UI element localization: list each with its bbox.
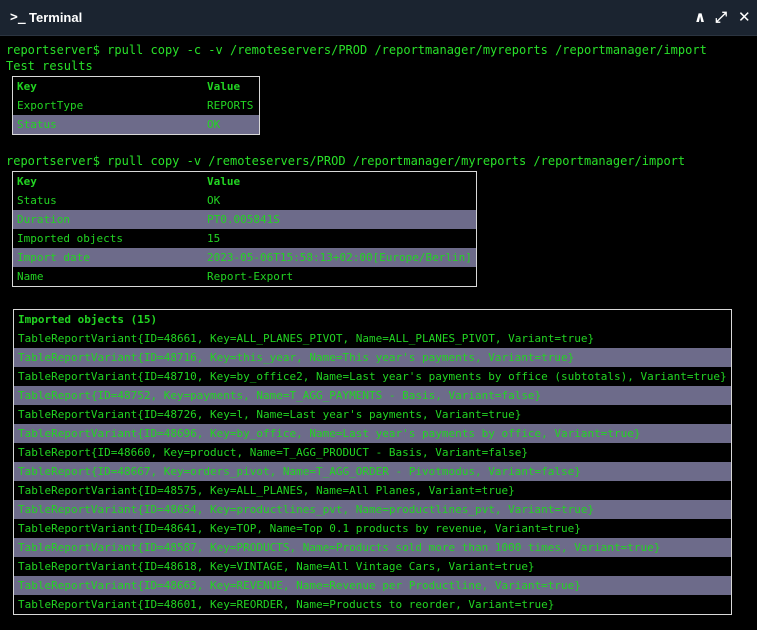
table-row: TableReportVariant{ID=48661, Key=ALL_PLA… bbox=[14, 329, 731, 348]
imported-object-item: TableReportVariant{ID=48654, Key=product… bbox=[14, 500, 731, 519]
table-row: TableReportVariant{ID=48641, Key=TOP, Na… bbox=[14, 519, 731, 538]
imported-object-item: TableReportVariant{ID=48587, Key=PRODUCT… bbox=[14, 538, 731, 557]
imported-object-item: TableReportVariant{ID=48696, Key=by_offi… bbox=[14, 424, 731, 443]
table-row: ExportType REPORTS bbox=[13, 96, 259, 115]
terminal-output: reportserver$ rpull copy -c -v /remotese… bbox=[6, 42, 757, 615]
table-row: TableReportVariant{ID=48716, Key=this_ye… bbox=[14, 348, 731, 367]
table-row: TableReportVariant{ID=48575, Key=ALL_PLA… bbox=[14, 481, 731, 500]
imported-object-item: TableReport{ID=48660, Key=product, Name=… bbox=[18, 446, 528, 459]
cell-key: Name bbox=[17, 270, 44, 283]
imported-object-item: TableReport{ID=48752, Key=payments, Name… bbox=[14, 386, 731, 405]
imported-object-item: TableReportVariant{ID=48716, Key=this_ye… bbox=[14, 348, 731, 367]
cell-value: REPORTS bbox=[207, 99, 254, 112]
command-line-1: reportserver$ rpull copy -c -v /remotese… bbox=[6, 43, 707, 57]
table-header-row: Imported objects (15) bbox=[14, 310, 731, 329]
table-row: TableReportVariant{ID=48696, Key=by_offi… bbox=[14, 424, 731, 443]
cell-value: OK bbox=[203, 115, 259, 134]
table-row: TableReportVariant{ID=48663, Key=REVENUE… bbox=[14, 576, 731, 595]
table-row: TableReportVariant{ID=48618, Key=VINTAGE… bbox=[14, 557, 731, 576]
expand-icon[interactable]: ⤢ bbox=[715, 8, 727, 26]
imported-object-item: TableReportVariant{ID=48726, Key=l, Name… bbox=[18, 408, 522, 421]
column-header-value: Value bbox=[207, 80, 241, 93]
table-row: Import date 2023-05-06T15:58:13+02:00[Eu… bbox=[13, 248, 476, 267]
test-results-table: Key Value ExportType REPORTS Status OK bbox=[12, 76, 260, 135]
cell-value: 15 bbox=[207, 232, 221, 245]
imported-object-item: TableReportVariant{ID=48710, Key=by_offi… bbox=[18, 370, 727, 383]
table-header-row: Key Value bbox=[13, 172, 476, 191]
imported-object-item: TableReport{ID=48667, Key=orders_pivot, … bbox=[14, 462, 731, 481]
imported-object-item: TableReportVariant{ID=48575, Key=ALL_PLA… bbox=[18, 484, 515, 497]
cell-value: PT0.005841S bbox=[203, 210, 476, 229]
window-title: Terminal bbox=[29, 10, 83, 25]
terminal-prompt-icon: >_ bbox=[10, 10, 26, 25]
imported-object-item: TableReportVariant{ID=48663, Key=REVENUE… bbox=[14, 576, 731, 595]
title-bar: >_ Terminal ∧ ⤢ ✕ bbox=[0, 0, 757, 36]
cell-key: ExportType bbox=[17, 99, 84, 112]
imported-object-item: TableReportVariant{ID=48661, Key=ALL_PLA… bbox=[18, 332, 595, 345]
test-results-label: Test results bbox=[6, 59, 93, 73]
table-row: TableReport{ID=48667, Key=orders_pivot, … bbox=[14, 462, 731, 481]
imported-object-item: TableReportVariant{ID=48618, Key=VINTAGE… bbox=[18, 560, 535, 573]
imported-objects-table: Imported objects (15) TableReportVariant… bbox=[13, 309, 732, 615]
table-row: TableReportVariant{ID=48726, Key=l, Name… bbox=[14, 405, 731, 424]
imported-objects-header: Imported objects (15) bbox=[18, 313, 158, 326]
table-row: TableReportVariant{ID=48601, Key=REORDER… bbox=[14, 595, 731, 614]
table-row: TableReportVariant{ID=48654, Key=product… bbox=[14, 500, 731, 519]
table-row: TableReport{ID=48660, Key=product, Name=… bbox=[14, 443, 731, 462]
column-header-key: Key bbox=[17, 80, 37, 93]
table-header-row: Key Value bbox=[13, 77, 259, 96]
column-header-key: Key bbox=[17, 175, 37, 188]
cell-value: Report-Export bbox=[207, 270, 294, 283]
table-row: TableReportVariant{ID=48587, Key=PRODUCT… bbox=[14, 538, 731, 557]
close-icon[interactable]: ✕ bbox=[738, 8, 751, 26]
cell-key: Import date bbox=[13, 248, 203, 267]
imported-object-item: TableReportVariant{ID=48601, Key=REORDER… bbox=[18, 598, 555, 611]
command-line-2: reportserver$ rpull copy -v /remoteserve… bbox=[6, 154, 686, 168]
table-row: Duration PT0.005841S bbox=[13, 210, 476, 229]
cell-key: Duration bbox=[13, 210, 203, 229]
cell-key: Imported objects bbox=[17, 232, 123, 245]
table-row: TableReport{ID=48752, Key=payments, Name… bbox=[14, 386, 731, 405]
table-row: Imported objects 15 bbox=[13, 229, 476, 248]
import-results-table: Key Value Status OK Duration PT0.005841S… bbox=[12, 171, 477, 287]
table-row: Status OK bbox=[13, 115, 259, 134]
table-row: Name Report-Export bbox=[13, 267, 476, 286]
column-header-value: Value bbox=[207, 175, 241, 188]
cell-value: 2023-05-06T15:58:13+02:00[Europe/Berlin] bbox=[203, 248, 476, 267]
cell-key: Status bbox=[17, 194, 57, 207]
table-row: Status OK bbox=[13, 191, 476, 210]
imported-object-item: TableReportVariant{ID=48641, Key=TOP, Na… bbox=[18, 522, 581, 535]
terminal-window: >_ Terminal ∧ ⤢ ✕ reportserver$ rpull co… bbox=[0, 0, 757, 630]
table-row: TableReportVariant{ID=48710, Key=by_offi… bbox=[14, 367, 731, 386]
cell-value: OK bbox=[207, 194, 221, 207]
collapse-icon[interactable]: ∧ bbox=[694, 8, 706, 26]
cell-key: Status bbox=[13, 115, 203, 134]
